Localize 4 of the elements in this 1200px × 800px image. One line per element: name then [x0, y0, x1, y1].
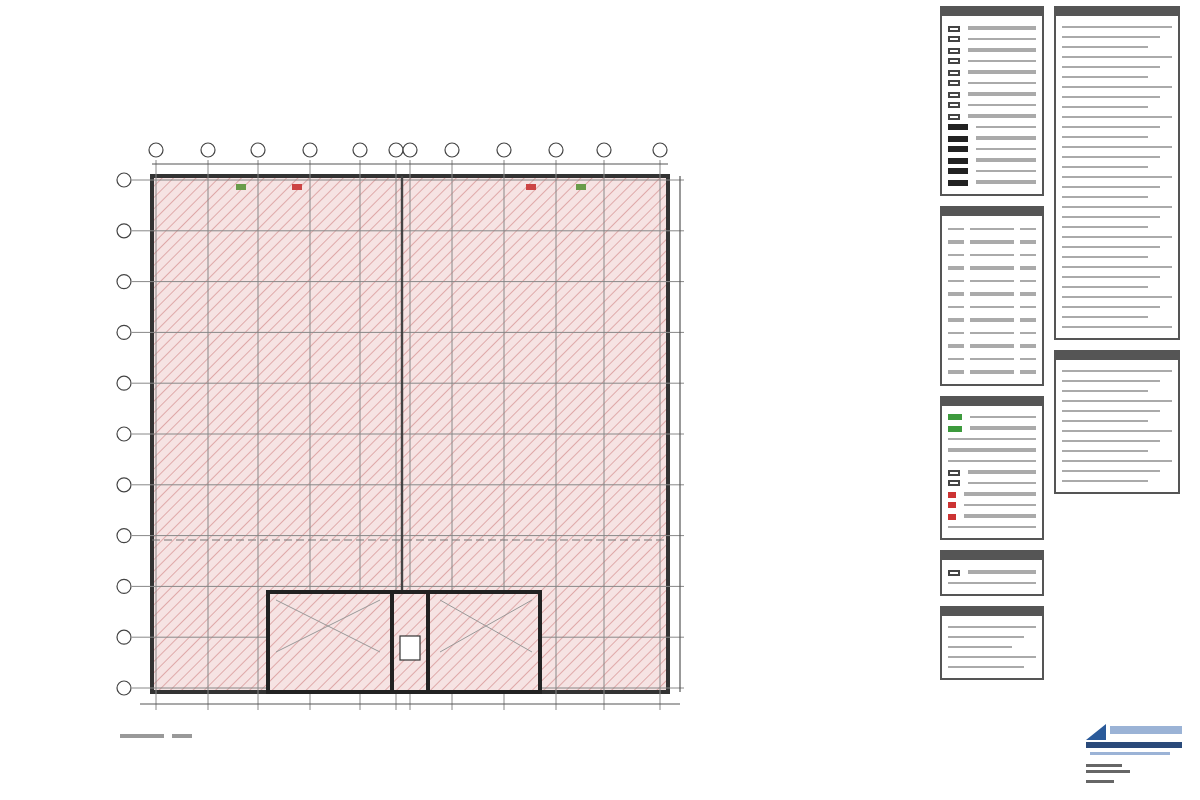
legend-panel [940, 606, 1044, 680]
logo-drawing [1086, 724, 1182, 783]
legend-panel [940, 550, 1044, 596]
legend-panel [1054, 350, 1180, 494]
